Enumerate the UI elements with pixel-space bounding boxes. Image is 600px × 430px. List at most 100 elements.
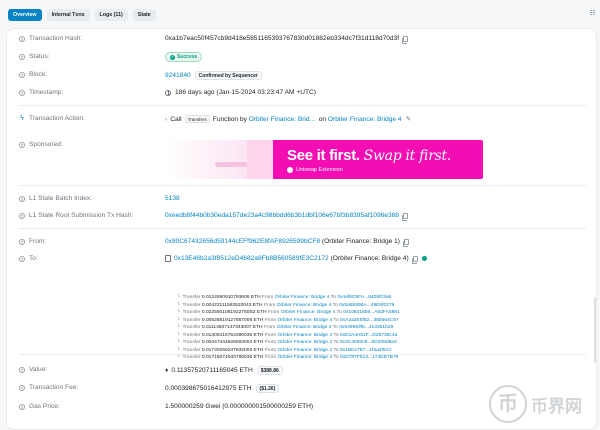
transfer-word: Transfer: [182, 325, 201, 330]
from-address-link[interactable]: 0x80C67432656d59144cEFf962E8fAF8926599bC…: [165, 238, 320, 245]
tx-hash-label: Transaction Hash:: [29, 35, 83, 42]
tab-overview[interactable]: Overview: [8, 9, 42, 21]
transfer-to-link[interactable]: 0x5a5b858A...49E5f0276: [339, 303, 394, 308]
gas-value: 1.500000259 Gwei (0.000000001500000259 E…: [165, 403, 314, 410]
transfer-to-link[interactable]: 0xA2a2E5f82...35b664C67: [340, 318, 399, 323]
from-word: From: [261, 295, 274, 300]
transfer-amount: 0.00526619127867005 ETH: [201, 317, 264, 323]
root-hash-link[interactable]: 0xeedb8f44b0b30eda157de23a4c98bbdd6b3b1d…: [165, 212, 399, 219]
help-icon[interactable]: ?: [19, 403, 25, 410]
from-word: From: [264, 355, 277, 360]
pencil-icon[interactable]: ✎: [406, 115, 411, 123]
transfer-to-link[interactable]: 0x10641859...A0dFA5881: [343, 310, 400, 315]
transfer-from-link[interactable]: Orbiter Finance: Bridge 4: [277, 333, 332, 338]
arrow-icon: └: [177, 332, 181, 338]
transfer-amount: 0.0124590910793606 ETH: [201, 295, 261, 300]
transfer-from-link[interactable]: Orbiter Finance: Bridge 4: [277, 355, 332, 360]
help-icon[interactable]: ?: [19, 238, 25, 245]
timestamp-value: 186 days ago (Jan-15-2024 03:23:47 AM +U…: [175, 89, 316, 96]
transfer-from-link[interactable]: Orbiter Finance: Bridge 4: [275, 295, 330, 300]
transfer-from-link[interactable]: Orbiter Finance: Bridge 4: [277, 340, 332, 345]
to-value-wrap: 0x13E46b2a3f8512eD4682a8Fb8B560589fE3C21…: [165, 255, 427, 264]
transfer-from-link[interactable]: Orbiter Finance: Bridge 4: [277, 325, 332, 330]
ethereum-icon: ♦: [165, 367, 169, 374]
value-label: Value:: [29, 366, 48, 373]
from-word: From: [264, 347, 277, 353]
block-number-link[interactable]: 9241840: [165, 72, 191, 79]
action-by-link[interactable]: Orbiter Finance: Brid...: [249, 116, 315, 123]
to-word: To: [333, 332, 339, 338]
arrow-icon: └: [177, 310, 181, 315]
transfer-to-link[interactable]: 0x4ef8C6FA...6405f03a6: [337, 295, 391, 300]
tx-hash-label-wrap: ? Transaction Hash:: [19, 35, 82, 42]
help-icon[interactable]: ?: [19, 141, 25, 148]
block-label: Block:: [29, 71, 47, 78]
help-icon[interactable]: ?: [19, 255, 25, 262]
action-on-link[interactable]: Orbiter Finance: Bridge 4: [328, 116, 402, 123]
tab-logs[interactable]: Logs (11): [94, 9, 128, 21]
transfer-row: └ Transfer 0.0124590910793606 ETH From Or…: [177, 294, 596, 302]
transfer-amount: 0.01305416764390036 ETH: [201, 332, 264, 338]
timestamp-value-wrap: 186 days ago (Jan-15-2024 03:23:47 AM +U…: [165, 89, 316, 96]
transfer-to-link[interactable]: 0x3C4080c8...5D208d8a3: [340, 340, 397, 345]
banner-pink-panel: See it first. Swap it first. Uniswap Ext…: [273, 140, 483, 179]
action-label-wrap: ϟ Transaction Action:: [19, 115, 85, 122]
transfer-to-link[interactable]: 0xE3A4A61F...D26735c4a: [340, 333, 397, 338]
transfer-word: Transfer: [182, 332, 201, 338]
copy-icon[interactable]: [401, 212, 408, 221]
help-icon[interactable]: ?: [19, 71, 25, 78]
fee-value-wrap: 0.000398675016412975 ETH ($1.26): [165, 384, 280, 393]
transfer-from-link[interactable]: Orbiter Finance: Bridge 4: [277, 348, 332, 353]
help-icon[interactable]: ?: [19, 53, 25, 60]
help-icon[interactable]: ?: [19, 212, 25, 219]
transfer-amount: 0.00347444626593004 ETH: [201, 340, 264, 345]
banner-headline-italic: Swap it first.: [363, 148, 452, 164]
action-function-text: Function by: [212, 115, 247, 123]
to-address-link[interactable]: 0x13E46b2a3f8512eD4682a8Fb8B560589fE3C21…: [174, 255, 329, 262]
copy-icon[interactable]: [402, 238, 409, 247]
transfer-word: Transfer: [182, 347, 201, 353]
help-icon[interactable]: ?: [19, 384, 25, 391]
transfer-amount: 0.00423111563520043 ETH: [201, 302, 263, 308]
transfer-to-link[interactable]: 0x1BDc787...1f4a4f51C: [340, 348, 392, 353]
watermark-text: 币界网: [531, 396, 582, 416]
transfer-word: Transfer: [182, 317, 201, 323]
transfer-from-link[interactable]: Orbiter Finance: Bridge 4: [277, 303, 332, 308]
tab-state[interactable]: State: [132, 9, 156, 21]
sponsored-banner[interactable]: See it first. Swap it first. Uniswap Ext…: [165, 140, 483, 179]
method-chip: Transfers: [184, 115, 210, 123]
to-label: To:: [29, 255, 38, 262]
help-icon[interactable]: ?: [19, 195, 25, 202]
transfer-to-link[interactable]: 0xD787F513...174DE7B79: [340, 355, 398, 360]
fee-label: Transaction Fee:: [29, 384, 79, 391]
fee-label-wrap: ? Transaction Fee:: [19, 384, 78, 391]
transfer-row: └ Transfer 0.00526619127867005 ETH From O…: [177, 317, 596, 325]
divider: [19, 185, 586, 186]
help-icon[interactable]: ?: [19, 89, 25, 96]
help-icon[interactable]: ?: [19, 35, 25, 42]
transfer-from-link[interactable]: Orbiter Finance: Bridge 4: [281, 310, 336, 315]
status-label-wrap: ? Status:: [19, 53, 50, 60]
transfer-to-link[interactable]: 0x649693f6...413351b29: [339, 325, 393, 330]
action-label: Transaction Action:: [29, 115, 85, 122]
transfer-word: Transfer: [182, 310, 201, 315]
transfer-amount: 0.01730259237832003 ETH: [201, 347, 264, 353]
help-icon[interactable]: ?: [19, 366, 25, 373]
transfers-scrollbar[interactable]: [594, 297, 596, 363]
transfer-row: └ Transfer 0.0225501081922750S2 ETH From …: [177, 309, 596, 317]
copy-icon[interactable]: [402, 35, 409, 44]
transfer-row: └ Transfer 0.01730259237832003 ETH From O…: [177, 347, 596, 355]
batch-index-link[interactable]: 5138: [165, 195, 180, 202]
fee-amount: 0.000398675016412975 ETH: [165, 385, 252, 392]
to-word: To: [332, 325, 338, 330]
gas-label: Gas Price:: [29, 403, 60, 410]
from-label: From:: [29, 238, 47, 245]
transfer-from-link[interactable]: Orbiter Finance: Bridge 4: [277, 318, 332, 323]
copy-icon[interactable]: [411, 255, 418, 264]
transfer-word: Transfer: [182, 355, 201, 360]
grid-menu-icon[interactable]: ☷: [588, 9, 597, 18]
from-word: From: [264, 317, 277, 323]
tab-internal-txns[interactable]: Internal Txns: [46, 9, 90, 21]
banner-subline: Uniswap Extension: [287, 167, 343, 173]
transfer-word: Transfer: [182, 340, 201, 345]
